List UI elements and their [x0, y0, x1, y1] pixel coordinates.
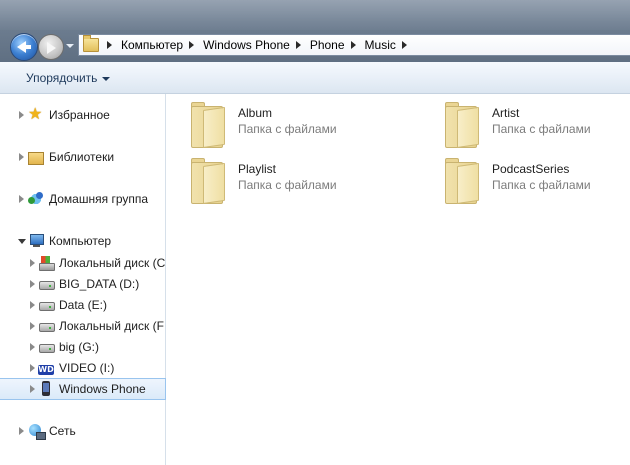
folder-name: Artist	[492, 106, 520, 120]
nav-item-drive-d[interactable]: BIG_DATA (D:)	[0, 273, 166, 295]
disk-windows-icon	[38, 255, 55, 271]
folder-name: Playlist	[238, 162, 277, 176]
recent-pages-dropdown-icon[interactable]	[66, 44, 74, 48]
folder-icon	[187, 158, 229, 206]
nav-item-label: big (G:)	[59, 340, 100, 354]
nav-item-drive-i[interactable]: WD VIDEO (I:)	[0, 357, 166, 379]
disk-icon	[38, 297, 55, 313]
disk-icon	[38, 318, 55, 334]
nav-item-computer[interactable]: Компьютер	[0, 230, 166, 252]
disk-icon	[38, 276, 55, 292]
expand-arrow-icon[interactable]	[19, 427, 24, 435]
folder-type: Папка с файлами	[492, 122, 591, 136]
forward-button[interactable]	[38, 34, 64, 60]
nav-item-windows-phone[interactable]: Windows Phone	[0, 378, 166, 400]
nav-item-favorites[interactable]: ★ Избранное	[0, 104, 166, 126]
nav-item-label: VIDEO (I:)	[59, 361, 115, 375]
folder-item-playlist[interactable]: Playlist Папка с файлами	[187, 158, 407, 208]
expand-arrow-icon[interactable]	[19, 153, 24, 161]
folder-type: Папка с файлами	[238, 122, 337, 136]
organize-button[interactable]: Упорядочить	[26, 71, 111, 85]
breadcrumb-arrow-icon[interactable]	[401, 41, 407, 49]
nav-item-label: BIG_DATA (D:)	[59, 277, 140, 291]
disk-icon	[38, 339, 55, 355]
chevron-down-icon	[102, 76, 111, 81]
window-header: Компьютер Windows Phone Phone Music	[0, 0, 630, 62]
folder-item-podcastseries[interactable]: PodcastSeries Папка с файлами	[441, 158, 630, 208]
collapse-arrow-icon[interactable]	[18, 239, 26, 244]
nav-item-label: Библиотеки	[49, 150, 115, 164]
command-bar: Упорядочить	[0, 62, 630, 94]
file-list: Album Папка с файлами Artist Папка с фай…	[166, 94, 630, 465]
nav-item-label: Компьютер	[49, 234, 112, 248]
nav-item-label: Data (E:)	[59, 298, 108, 312]
breadcrumb-item-phone[interactable]: Phone	[310, 38, 345, 52]
nav-item-label: Локальный диск (C	[59, 256, 166, 270]
libraries-icon	[28, 152, 44, 165]
folder-name: PodcastSeries	[492, 162, 570, 176]
nav-item-label: Локальный диск (F	[59, 319, 164, 333]
network-icon	[28, 423, 46, 440]
breadcrumb-item-computer[interactable]: Компьютер	[121, 38, 183, 52]
breadcrumb: Компьютер Windows Phone Phone Music	[101, 35, 416, 55]
navigation-pane: ★ Избранное Библиотеки Домашняя группа К…	[0, 94, 166, 465]
address-bar[interactable]: Компьютер Windows Phone Phone Music	[78, 34, 630, 56]
nav-item-label: Избранное	[49, 108, 110, 122]
expand-arrow-icon[interactable]	[19, 111, 24, 119]
computer-icon	[28, 233, 44, 249]
expand-arrow-icon[interactable]	[30, 385, 35, 393]
folder-name: Album	[238, 106, 273, 120]
expand-arrow-icon[interactable]	[19, 195, 24, 203]
nav-item-drive-c[interactable]: Локальный диск (C	[0, 252, 166, 274]
breadcrumb-arrow-icon[interactable]	[295, 41, 301, 49]
nav-item-label: Сеть	[49, 424, 76, 438]
nav-item-homegroup[interactable]: Домашняя группа	[0, 188, 166, 210]
breadcrumb-item-music[interactable]: Music	[365, 38, 396, 52]
wd-drive-icon: WD	[38, 364, 54, 375]
folder-icon	[441, 102, 483, 150]
nav-item-label: Домашняя группа	[49, 192, 149, 206]
folder-type: Папка с файлами	[238, 178, 337, 192]
nav-item-network[interactable]: Сеть	[0, 420, 166, 442]
title-glass	[0, 0, 630, 30]
expand-arrow-icon[interactable]	[30, 322, 35, 330]
breadcrumb-arrow-icon[interactable]	[350, 41, 356, 49]
back-arrow-icon	[17, 41, 31, 53]
nav-item-libraries[interactable]: Библиотеки	[0, 146, 166, 168]
nav-item-label: Windows Phone	[59, 382, 146, 396]
folder-front	[457, 106, 479, 148]
folder-icon	[83, 35, 99, 52]
expand-arrow-icon[interactable]	[30, 280, 35, 288]
folder-front	[203, 106, 225, 148]
folder-icon	[441, 158, 483, 206]
back-button[interactable]	[10, 33, 38, 61]
forward-arrow-icon	[47, 42, 56, 54]
organize-label: Упорядочить	[26, 71, 98, 85]
nav-item-drive-f[interactable]: Локальный диск (F	[0, 315, 166, 337]
folder-item-artist[interactable]: Artist Папка с файлами	[441, 102, 630, 152]
breadcrumb-arrow-icon[interactable]	[189, 41, 195, 49]
nav-item-drive-e[interactable]: Data (E:)	[0, 294, 166, 316]
expand-arrow-icon[interactable]	[30, 343, 35, 351]
breadcrumb-arrow-icon[interactable]	[107, 41, 112, 49]
folder-icon	[187, 102, 229, 150]
star-icon: ★	[28, 106, 43, 123]
folder-front	[203, 162, 225, 204]
breadcrumb-item-windows-phone[interactable]: Windows Phone	[203, 38, 290, 52]
expand-arrow-icon[interactable]	[30, 301, 35, 309]
phone-icon	[38, 381, 54, 397]
folder-item-album[interactable]: Album Папка с файлами	[187, 102, 407, 152]
folder-front	[457, 162, 479, 204]
expand-arrow-icon[interactable]	[30, 259, 35, 267]
homegroup-icon	[28, 191, 44, 207]
nav-item-drive-g[interactable]: big (G:)	[0, 336, 166, 358]
folder-type: Папка с файлами	[492, 178, 591, 192]
expand-arrow-icon[interactable]	[30, 364, 35, 372]
